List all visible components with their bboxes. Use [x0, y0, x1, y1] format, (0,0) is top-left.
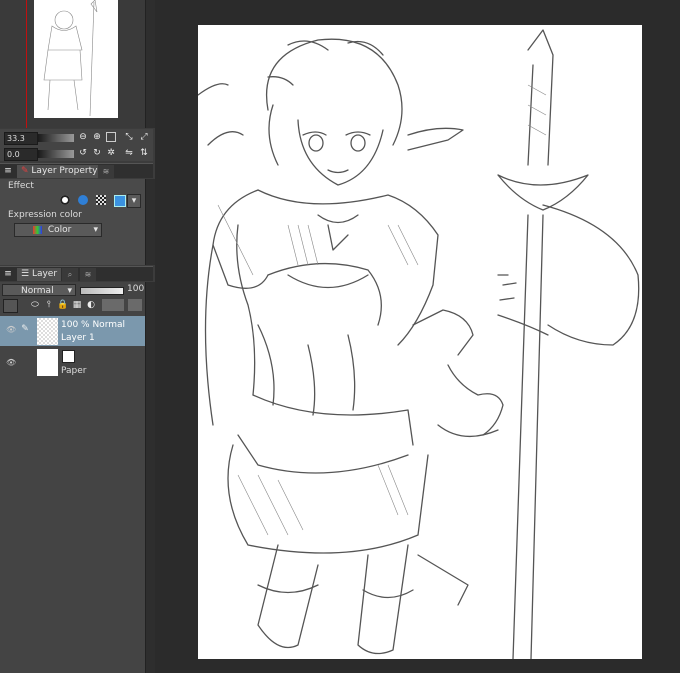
navigator-thumbnail[interactable] [34, 0, 118, 118]
lock-transparency-icon[interactable]: ▦ [72, 300, 82, 310]
layer-tabbar: ≡ ☰ Layer ⌕ ≋ [0, 266, 153, 281]
layer-opacity-slider[interactable] [80, 287, 124, 295]
opacity-field[interactable]: 0.0 [4, 148, 38, 161]
tab-layer-property[interactable]: ✎ Layer Property [17, 165, 102, 178]
navigator-panel [0, 0, 145, 128]
layer-color-icon[interactable] [114, 195, 126, 207]
layer-opacity-value: 100 [127, 284, 145, 294]
layer-name: Paper [61, 366, 87, 376]
layer-panel: Normal ▾ 100 ⬭ ⫯ 🔒 ▦ ◐ 👁 ✎ 100 % Normal … [0, 282, 145, 673]
zoom-out-icon[interactable]: ⊖ [78, 132, 88, 142]
tool-property-strip: 33.3 ⊖ ⊕ ⤡ ⤢ 0.0 ↺ ↻ ✲ ⇋ ⇅ [0, 129, 153, 161]
visibility-eye-icon[interactable]: 👁 [6, 326, 16, 334]
layer-mode-text: 100 % Normal [61, 320, 126, 330]
tab-layer-extra[interactable]: ≋ [80, 268, 96, 281]
opacity-slider[interactable] [38, 150, 74, 158]
flip-horizontal-icon[interactable]: ⇋ [124, 148, 134, 158]
tone-effect-icon[interactable] [96, 195, 106, 205]
paper-layer-icon [62, 350, 75, 363]
blend-mode-dropdown[interactable]: Normal ▾ [2, 284, 76, 296]
layer-color-menu[interactable] [128, 299, 142, 311]
color-effect-icon[interactable] [78, 195, 88, 205]
layer-property-tabbar: ≡ ✎ Layer Property ≋ [0, 163, 153, 178]
layer-property-panel: Effect ▾ Expression color Color ▾ [0, 179, 145, 265]
expression-color-dropdown[interactable]: Color ▾ [14, 223, 102, 237]
layers-icon: ☰ [21, 269, 30, 279]
reference-layer-icon[interactable]: ⬭ [30, 300, 40, 310]
layer-thumbnail [37, 318, 58, 345]
paper-thumbnail [37, 349, 58, 376]
expression-color-value: Color [47, 225, 72, 235]
navigator-red-guide [26, 0, 27, 128]
color-mode-icon [33, 226, 42, 234]
brush-size-slider[interactable] [38, 134, 74, 142]
tab-layer[interactable]: ☰ Layer [17, 268, 62, 281]
fit-screen-icon[interactable] [106, 132, 116, 142]
brush-size-field[interactable]: 33.3 [4, 132, 38, 145]
zoom-in-icon[interactable]: ⊕ [92, 132, 102, 142]
mask-icon[interactable]: ◐ [86, 300, 96, 310]
rotate-right-icon[interactable]: ↻ [92, 148, 102, 158]
pen-icon: ✎ [21, 324, 29, 334]
layer-name: Layer 1 [61, 333, 95, 343]
expression-color-label: Expression color [8, 210, 82, 220]
actual-size-icon[interactable]: ⤡ [124, 132, 134, 142]
flip-vertical-icon[interactable]: ⇅ [139, 148, 149, 158]
sketch-artwork [197, 29, 640, 660]
canvas-paper[interactable] [197, 25, 642, 660]
layer-row-layer-1[interactable]: 👁 ✎ 100 % Normal Layer 1 [0, 316, 145, 346]
visibility-eye-icon[interactable]: 👁 [6, 359, 16, 367]
draft-layer-icon[interactable] [3, 299, 18, 313]
tab-layer-label: Layer [31, 269, 58, 279]
chevron-down-icon: ▾ [93, 225, 98, 235]
panel-menu-icon[interactable]: ≡ [3, 269, 13, 279]
tab-layer-property-label: Layer Property [31, 166, 98, 176]
panel-menu-icon[interactable]: ≡ [3, 166, 13, 176]
canvas-workspace[interactable] [155, 0, 680, 673]
layer-color-button[interactable] [102, 299, 124, 311]
lock-icon[interactable]: 🔒 [57, 300, 68, 310]
tab-layer-search[interactable]: ⌕ [62, 268, 78, 281]
left-panel: 33.3 ⊖ ⊕ ⤡ ⤢ 0.0 ↺ ↻ ✲ ⇋ ⇅ ≡ ✎ Layer Pro… [0, 0, 156, 673]
tab-sub-tool-detail[interactable]: ≋ [98, 165, 114, 178]
rotate-left-icon[interactable]: ↺ [78, 148, 88, 158]
flip-icon[interactable]: ⤢ [139, 132, 149, 142]
brush-icon: ✎ [21, 166, 29, 176]
clipping-icon[interactable]: ⫯ [44, 300, 54, 310]
chevron-down-icon: ▾ [67, 286, 72, 296]
effect-dropdown-arrow[interactable]: ▾ [127, 194, 141, 208]
blend-mode-value: Normal [21, 286, 54, 296]
reset-rotation-icon[interactable]: ✲ [106, 148, 116, 158]
effect-label: Effect [8, 181, 34, 191]
border-effect-icon[interactable] [60, 195, 70, 205]
layer-row-paper[interactable]: 👁 Paper [0, 347, 145, 377]
